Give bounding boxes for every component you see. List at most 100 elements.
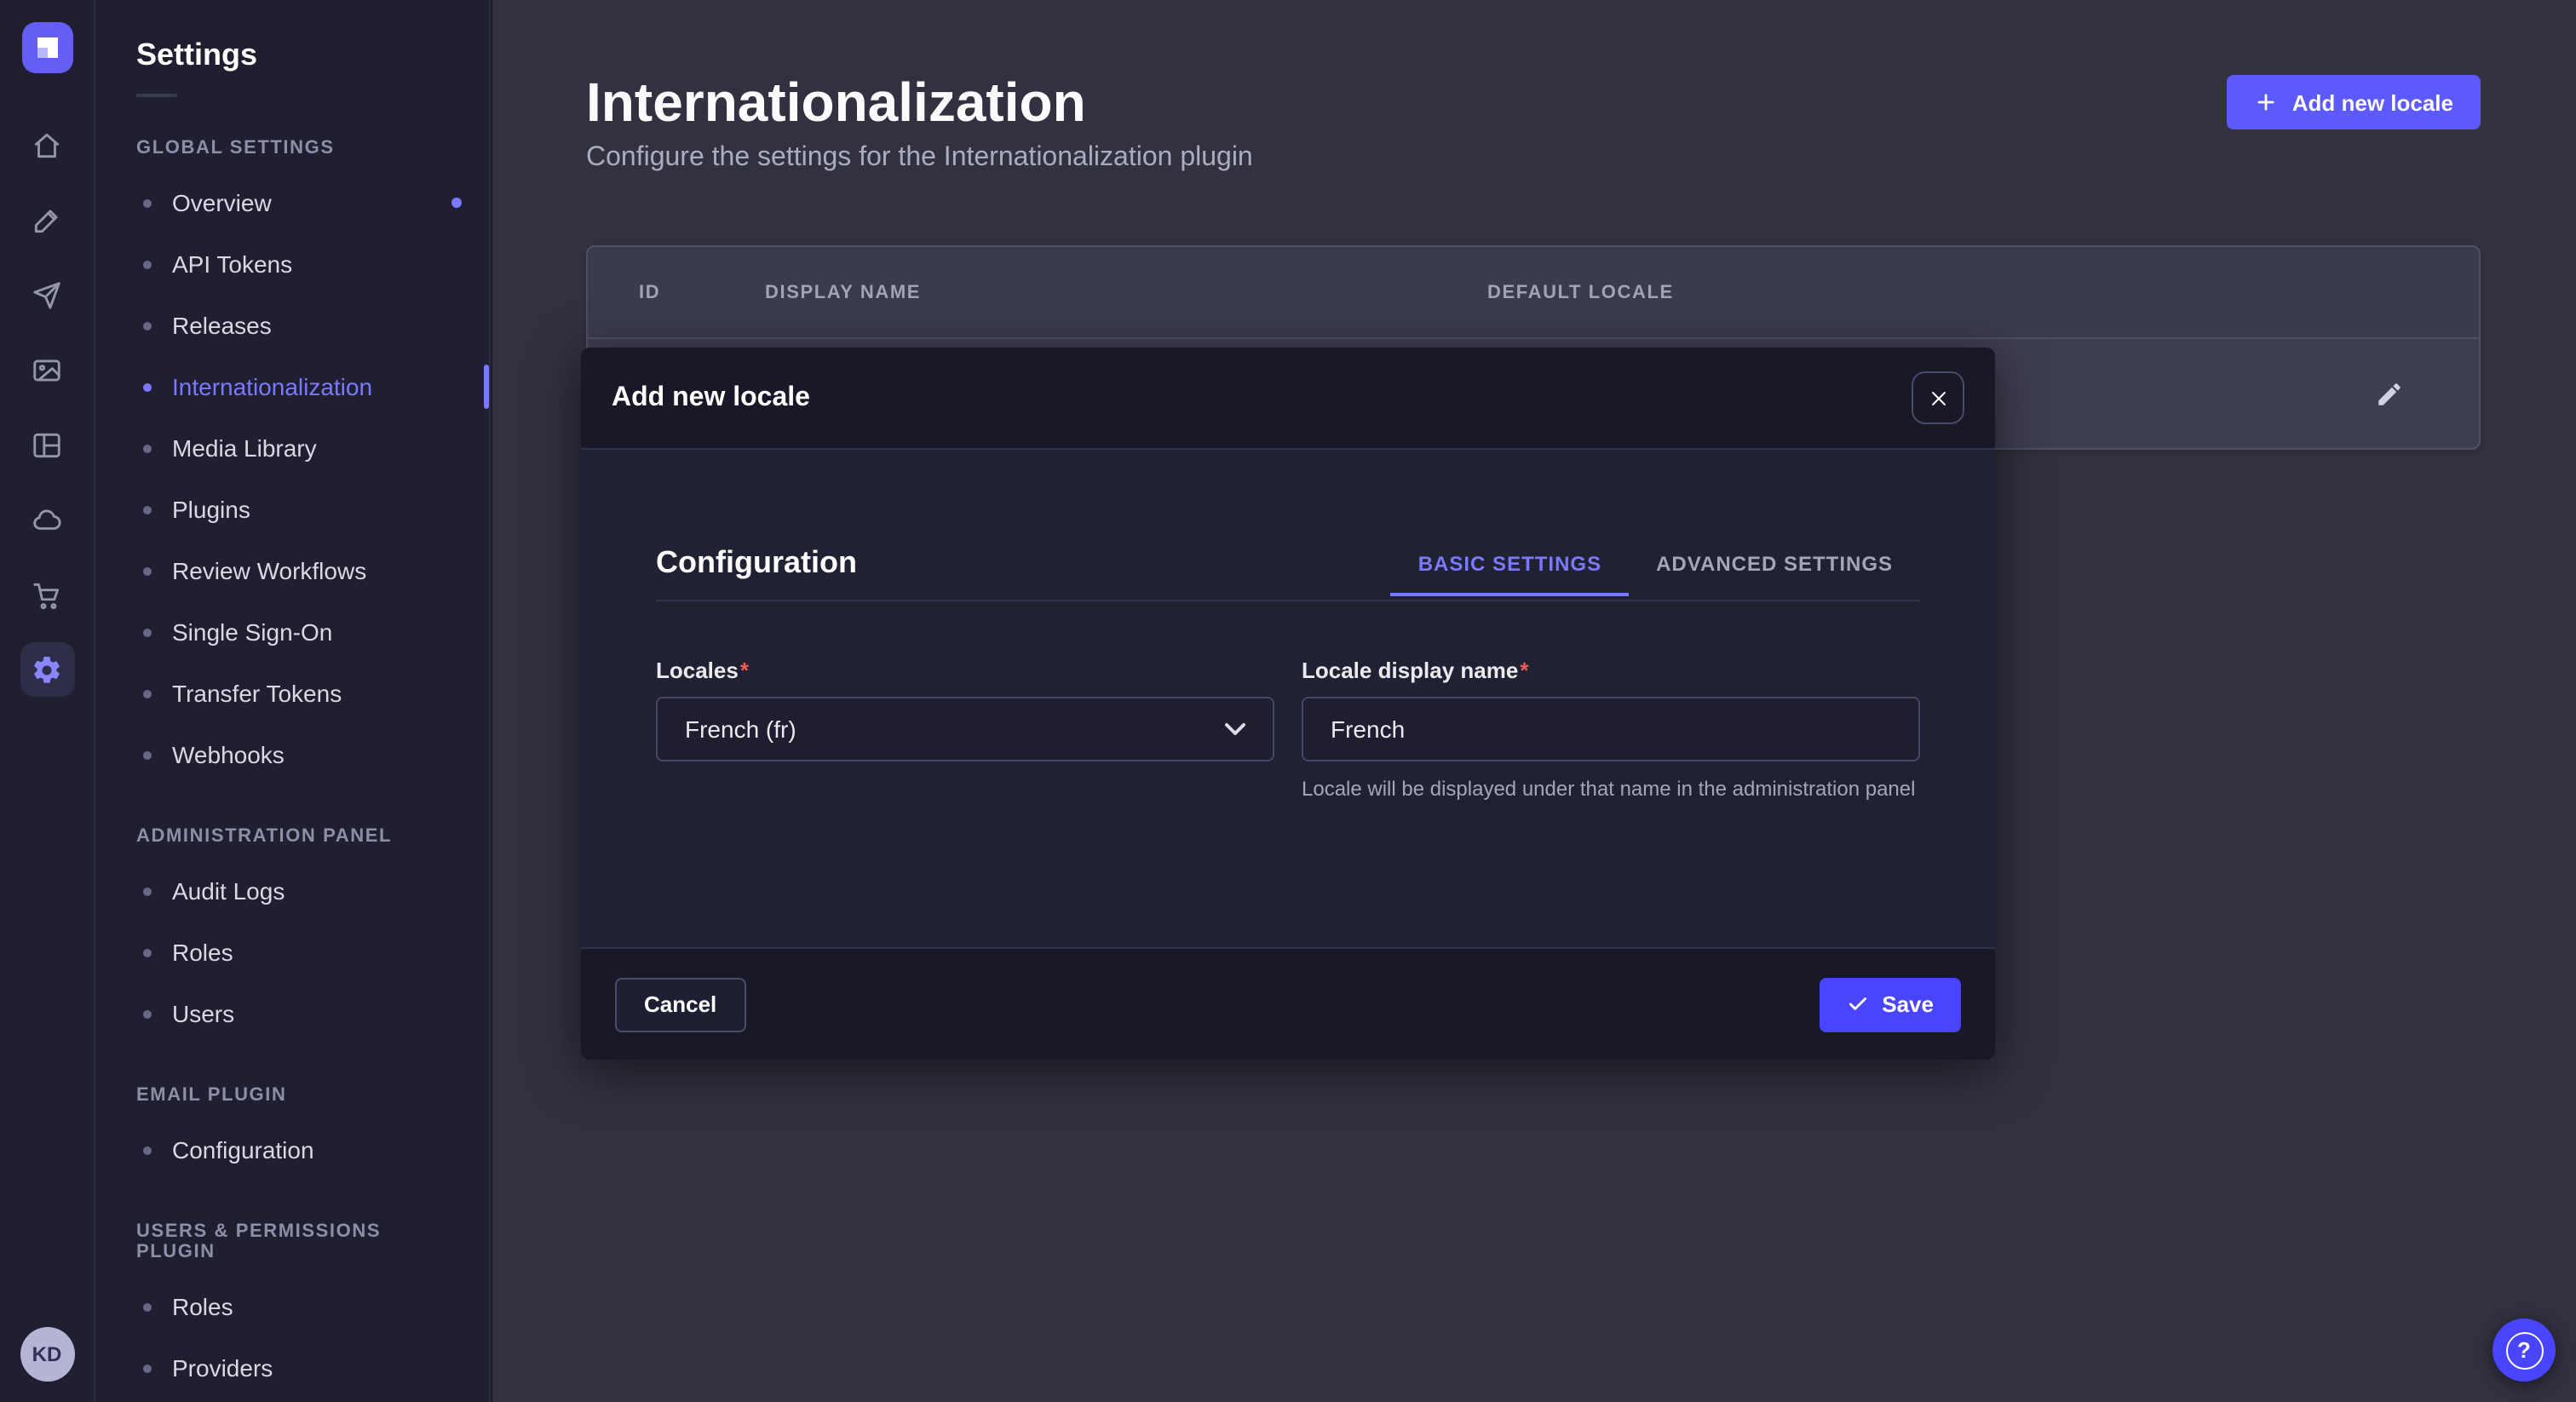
sidebar-title: Settings — [95, 37, 489, 73]
section-header-users-permissions-plugin: USERS & PERMISSIONS PLUGIN — [95, 1221, 489, 1262]
bullet-icon — [143, 505, 152, 514]
modal-title: Add new locale — [612, 382, 810, 413]
required-asterisk: * — [740, 658, 749, 683]
sidebar-item-transfer-tokens[interactable]: Transfer Tokens — [95, 663, 489, 724]
bullet-icon — [143, 382, 152, 391]
sidebar-item-releases[interactable]: Releases — [95, 295, 489, 356]
notification-dot-icon — [451, 198, 462, 208]
app-window: KD Settings GLOBAL SETTINGS Overview API… — [0, 0, 2576, 1402]
display-name-label-text: Locale display name — [1302, 658, 1518, 683]
display-name-hint: Locale will be displayed under that name… — [1302, 775, 1920, 805]
settings-gear-icon[interactable] — [20, 642, 74, 697]
sidebar-item-overview[interactable]: Overview — [95, 172, 489, 233]
user-avatar[interactable]: KD — [20, 1327, 74, 1382]
display-name-label: Locale display name* — [1302, 658, 1920, 683]
help-button[interactable]: ? — [2493, 1319, 2556, 1382]
sidebar-item-label: Audit Logs — [172, 877, 285, 905]
locales-field: Locales* French (fr) — [656, 658, 1274, 805]
sidebar-divider — [136, 94, 177, 97]
bullet-icon — [143, 1009, 152, 1018]
bullet-icon — [143, 1146, 152, 1154]
display-name-input[interactable] — [1302, 697, 1920, 761]
tab-basic-settings[interactable]: BASIC SETTINGS — [1391, 551, 1629, 575]
strapi-logo[interactable] — [21, 22, 72, 73]
sidebar-item-label: Transfer Tokens — [172, 680, 342, 707]
sidebar-item-label: Plugins — [172, 496, 250, 523]
sidebar-item-admin-users[interactable]: Users — [95, 983, 489, 1044]
sidebar-item-up-providers[interactable]: Providers — [95, 1337, 489, 1399]
save-button-label: Save — [1882, 991, 1934, 1017]
layout-builder-icon[interactable] — [20, 417, 74, 472]
question-mark-icon: ? — [2505, 1331, 2543, 1369]
sidebar-item-label: Single Sign-On — [172, 618, 332, 646]
locales-label-text: Locales — [656, 658, 739, 683]
bullet-icon — [143, 750, 152, 759]
settings-sidebar: Settings GLOBAL SETTINGS Overview API To… — [95, 0, 491, 1402]
bullet-icon — [143, 198, 152, 207]
required-asterisk: * — [1520, 658, 1528, 683]
rail-icon-list — [20, 118, 74, 697]
sidebar-item-label: Providers — [172, 1354, 273, 1382]
sidebar-item-label: Releases — [172, 312, 272, 339]
media-library-icon[interactable] — [20, 342, 74, 397]
locales-select[interactable]: French (fr) — [656, 697, 1274, 761]
bullet-icon — [143, 948, 152, 957]
display-name-field: Locale display name* Locale will be disp… — [1302, 658, 1920, 805]
locales-select-value: French (fr) — [685, 715, 796, 743]
bullet-icon — [143, 1302, 152, 1311]
sidebar-item-label: Configuration — [172, 1136, 314, 1164]
section-header-global-settings: GLOBAL SETTINGS — [95, 138, 489, 158]
sidebar-item-label: Overview — [172, 189, 272, 216]
modal-footer: Cancel Save — [581, 947, 1995, 1060]
configuration-title: Configuration — [656, 545, 857, 581]
sidebar-item-label: Roles — [172, 939, 233, 966]
cart-icon[interactable] — [20, 567, 74, 622]
check-icon — [1846, 993, 1868, 1015]
sidebar-item-admin-roles[interactable]: Roles — [95, 922, 489, 983]
sidebar-item-label: Users — [172, 1000, 234, 1027]
configuration-header-row: Configuration BASIC SETTINGS ADVANCED SE… — [656, 545, 1920, 601]
sidebar-item-internationalization[interactable]: Internationalization — [95, 356, 489, 417]
cancel-button[interactable]: Cancel — [615, 977, 745, 1031]
chevron-down-icon — [1225, 722, 1245, 736]
sidebar-item-label: Webhooks — [172, 741, 285, 768]
locale-form-row: Locales* French (fr) Locale display name… — [656, 658, 1920, 805]
close-icon — [1928, 388, 1948, 408]
sidebar-item-label: API Tokens — [172, 250, 292, 278]
sidebar-item-webhooks[interactable]: Webhooks — [95, 724, 489, 785]
cloud-icon[interactable] — [20, 492, 74, 547]
sidebar-item-plugins[interactable]: Plugins — [95, 479, 489, 540]
locales-label: Locales* — [656, 658, 1274, 683]
bullet-icon — [143, 566, 152, 575]
save-button[interactable]: Save — [1819, 977, 1961, 1031]
sidebar-item-up-roles[interactable]: Roles — [95, 1276, 489, 1337]
tab-advanced-settings[interactable]: ADVANCED SETTINGS — [1629, 551, 1920, 575]
bullet-icon — [143, 260, 152, 268]
bullet-icon — [143, 1364, 152, 1372]
sidebar-item-api-tokens[interactable]: API Tokens — [95, 233, 489, 295]
bullet-icon — [143, 321, 152, 330]
bullet-icon — [143, 887, 152, 895]
modal-header: Add new locale — [581, 348, 1995, 450]
strapi-logo-icon — [21, 22, 72, 73]
icon-rail: KD — [0, 0, 95, 1402]
sidebar-item-review-workflows[interactable]: Review Workflows — [95, 540, 489, 601]
sidebar-item-label: Internationalization — [172, 373, 372, 400]
sidebar-item-audit-logs[interactable]: Audit Logs — [95, 860, 489, 922]
paper-plane-icon[interactable] — [20, 267, 74, 322]
sidebar-item-label: Media Library — [172, 434, 317, 462]
bullet-icon — [143, 689, 152, 698]
sidebar-item-email-configuration[interactable]: Configuration — [95, 1119, 489, 1181]
content-pen-icon[interactable] — [20, 192, 74, 247]
section-header-administration-panel: ADMINISTRATION PANEL — [95, 826, 489, 847]
modal-tabs: BASIC SETTINGS ADVANCED SETTINGS — [1391, 551, 1920, 575]
sidebar-item-single-sign-on[interactable]: Single Sign-On — [95, 601, 489, 663]
sidebar-item-label: Roles — [172, 1293, 233, 1320]
add-locale-modal: Add new locale Configuration BASIC SETTI… — [581, 348, 1995, 1060]
home-icon[interactable] — [20, 118, 74, 172]
section-header-email-plugin: EMAIL PLUGIN — [95, 1085, 489, 1106]
bullet-icon — [143, 628, 152, 636]
modal-close-button[interactable] — [1912, 371, 1964, 424]
sidebar-item-label: Review Workflows — [172, 557, 366, 584]
sidebar-item-media-library[interactable]: Media Library — [95, 417, 489, 479]
